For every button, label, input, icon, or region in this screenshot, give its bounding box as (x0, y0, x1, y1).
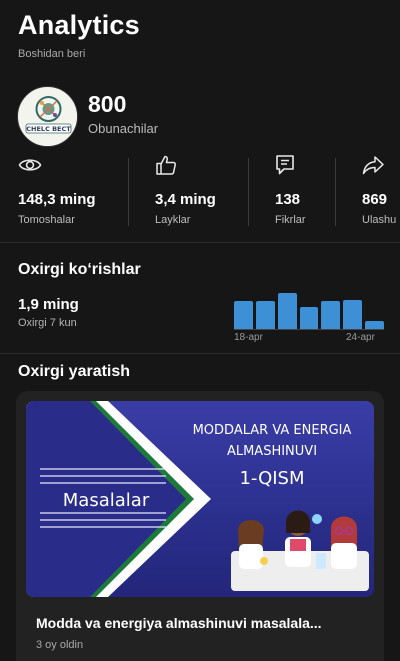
thumbnail-part: 1-QISM (239, 468, 304, 489)
stats-row: 148,3 ming Tomoshalar 3,4 ming Layklar 1… (0, 152, 400, 232)
thumbnail-line1: MODDALAR VA ENERGIA (193, 423, 352, 438)
stat-shares[interactable]: 869 Ulashu (362, 152, 396, 232)
stat-value: 3,4 ming (155, 191, 216, 208)
stat-value: 869 (362, 191, 388, 208)
recent-views-period: Oxirgi 7 kun (18, 317, 77, 329)
thumbnail-art: Masalalar MODDALAR VA ENERGIA ALMASHINUV… (26, 401, 369, 597)
divider (335, 158, 336, 226)
avatar-logo-icon: CHELC BECT (18, 87, 77, 146)
subscriber-count: 800 (88, 91, 127, 117)
chart-bar (343, 300, 363, 329)
thumbs-up-icon (155, 152, 216, 178)
chart-bar (255, 300, 275, 329)
chart-x-start-label: 18-apr (234, 332, 263, 343)
recent-views-title: Oxirgi ko‘rishlar (18, 261, 141, 278)
page-header: Analytics Boshidan beri (18, 10, 140, 60)
divider (248, 158, 249, 226)
avatar-text: CHELC BECT (26, 125, 71, 133)
thumbnail-line2: ALMASHINUVI (227, 444, 317, 459)
subscriber-label: Obunachilar (88, 121, 159, 136)
share-icon (362, 152, 396, 178)
video-title[interactable]: Modda va energiya almashinuvi masalala..… (36, 615, 322, 631)
chart-bar (299, 306, 319, 329)
thumbnail-left-word: Masalalar (63, 490, 150, 511)
students-illustration (231, 510, 369, 591)
chart-x-end-label: 24-apr (346, 332, 375, 343)
stat-likes[interactable]: 3,4 ming Layklar (155, 152, 216, 232)
stat-comments[interactable]: 138 Fikrlar (275, 152, 306, 232)
chart-bar (365, 321, 384, 329)
latest-content-title: Oxirgi yaratish (18, 363, 131, 380)
stat-value: 138 (275, 191, 301, 208)
channel-summary: CHELC BECT 800 Obunachilar (17, 86, 158, 147)
stat-label: Tomoshalar (18, 214, 75, 226)
page-title: Analytics (18, 10, 140, 40)
page-subtitle: Boshidan beri (18, 48, 86, 60)
recent-views-value: 1,9 ming (18, 296, 79, 313)
chart-bar (277, 293, 297, 329)
latest-video-card[interactable]: Masalalar MODDALAR VA ENERGIA ALMASHINUV… (16, 391, 384, 661)
chart-bar (234, 300, 253, 329)
eye-icon (18, 152, 96, 178)
chart-baseline (234, 329, 384, 330)
stat-label: Fikrlar (275, 214, 306, 226)
chart-bar (321, 300, 341, 329)
stat-views[interactable]: 148,3 ming Tomoshalar (18, 152, 96, 232)
stat-value: 148,3 ming (18, 191, 96, 208)
divider (128, 158, 129, 226)
comment-icon (275, 152, 306, 178)
section-separator (0, 242, 400, 243)
video-age: 3 oy oldin (36, 639, 84, 651)
stat-label: Ulashu (362, 214, 397, 226)
stat-label: Layklar (155, 214, 191, 226)
section-separator (0, 353, 400, 354)
avatar[interactable]: CHELC BECT (17, 86, 78, 147)
video-thumbnail[interactable]: Masalalar MODDALAR VA ENERGIA ALMASHINUV… (26, 401, 374, 597)
